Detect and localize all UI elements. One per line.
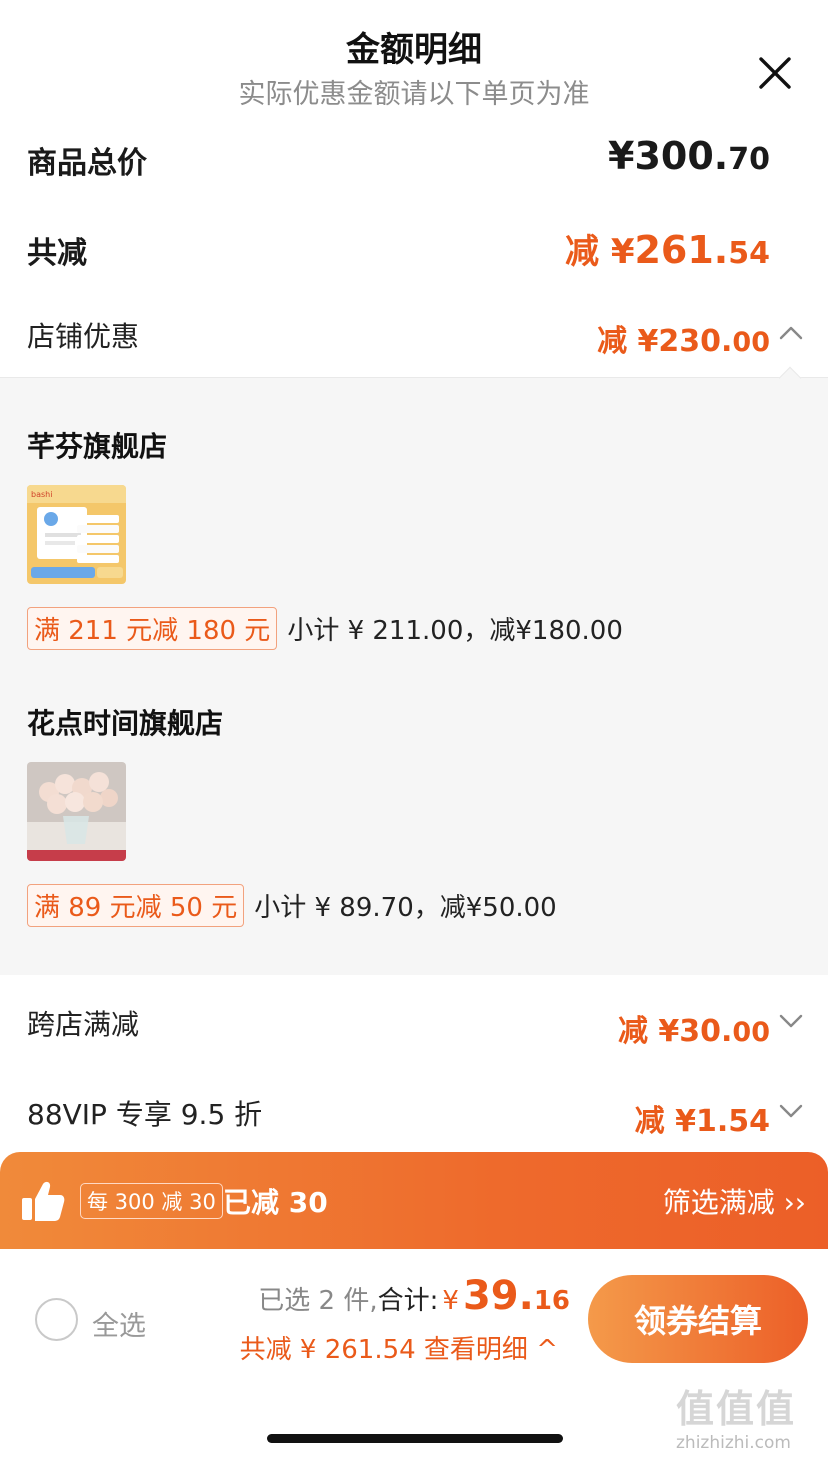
checkout-footer: 全选 已选 2 件, 合计: ¥ 39. 16 共减 ¥ 261.54 查看明细… xyxy=(0,1249,828,1462)
total-amount-int: 39. xyxy=(462,1273,534,1319)
promo-subtotal-text: 小计 ¥ 211.00，减¥180.00 xyxy=(287,616,623,646)
store-promo-line: 满 89 元减 50 元 小计 ¥ 89.70，减¥50.00 xyxy=(27,884,557,927)
goods-total-int: ¥300. xyxy=(608,134,729,178)
total-discount-label: 共减 xyxy=(27,236,87,271)
goods-total-label: 商品总价 xyxy=(27,146,147,181)
vip-discount-row[interactable]: 88VIP 专享 9.5 折 减 ¥1.54 xyxy=(0,1090,828,1140)
goods-total-row: 商品总价 ¥300.70 xyxy=(0,134,828,194)
close-icon xyxy=(759,57,791,89)
sheet-header: 金额明细 实际优惠金额请以下单页为准 xyxy=(0,0,828,110)
selected-count: 已选 2 件, xyxy=(258,1286,378,1316)
chevron-up-icon[interactable] xyxy=(778,320,804,346)
store-discount-int: 减 ¥230. xyxy=(597,324,733,359)
store-name: 花点时间旗舰店 xyxy=(27,707,224,740)
cross-store-int: 减 ¥30. xyxy=(617,1014,733,1049)
view-details-link[interactable]: 共减 ¥ 261.54 查看明细 ^ xyxy=(240,1329,558,1366)
total-discount-value: 减 ¥261.54 xyxy=(565,224,770,273)
promo-tag: 满 89 元减 50 元 xyxy=(27,884,245,927)
claim-coupon-checkout-button[interactable]: 领券结算 xyxy=(588,1275,808,1363)
promo-tag: 满 211 元减 180 元 xyxy=(27,607,278,650)
chevron-down-icon[interactable] xyxy=(778,1098,804,1124)
vip-value: 减 ¥1.54 xyxy=(634,1104,770,1139)
promo-subtotal-text: 小计 ¥ 89.70，减¥50.00 xyxy=(254,893,557,923)
sheet-subtitle: 实际优惠金额请以下单页为准 xyxy=(238,79,590,110)
store-discount-label: 店铺优惠 xyxy=(27,320,140,353)
store-promo-line: 满 211 元减 180 元 小计 ¥ 211.00，减¥180.00 xyxy=(27,607,623,650)
cross-store-discount-row[interactable]: 跨店满减 减 ¥30.00 xyxy=(0,1000,828,1050)
store-discount-panel: 芊芬旗舰店 bashi 满 211 元减 180 元 小计 ¥ 211.00，减… xyxy=(0,366,828,975)
thumbs-up-icon xyxy=(22,1181,65,1221)
select-all-label[interactable]: 全选 xyxy=(92,1304,146,1343)
store-discount-dec: 00 xyxy=(732,327,770,358)
select-all-radio[interactable] xyxy=(35,1298,78,1341)
store-discount-row[interactable]: 店铺优惠 减 ¥230.00 xyxy=(0,312,828,362)
cross-store-value: 减 ¥30.00 xyxy=(618,1006,770,1050)
product-thumbnail[interactable]: bashi xyxy=(27,485,126,584)
total-discount-dec: 54 xyxy=(728,236,770,271)
close-button[interactable] xyxy=(752,50,798,96)
cross-store-label: 跨店满减 xyxy=(27,1008,140,1041)
panel-notch xyxy=(778,366,802,390)
store-discount-value: 减 ¥230.00 xyxy=(597,316,770,360)
goods-total-value: ¥300.70 xyxy=(608,134,770,178)
selected-total: 已选 2 件, 合计: ¥ 39. 16 xyxy=(258,1273,570,1319)
product-thumbnail[interactable] xyxy=(27,762,126,861)
svg-text:bashi: bashi xyxy=(31,490,52,499)
rule-badge: 每 300 减 30 xyxy=(80,1183,223,1219)
full-reduction-promo-bar: 每 300 减 30 已减 30 筛选满减 ›› xyxy=(0,1152,828,1249)
total-discount-row: 共减 减 ¥261.54 xyxy=(0,224,828,284)
chevron-down-icon[interactable] xyxy=(778,1008,804,1034)
store-name: 芊芬旗舰店 xyxy=(27,430,168,463)
sheet-title: 金额明细 xyxy=(346,30,482,70)
cross-store-dec: 00 xyxy=(732,1017,770,1048)
rose-bouquet-product-image xyxy=(27,762,126,861)
goods-total-dec: 70 xyxy=(728,142,770,177)
total-amount-dec: 16 xyxy=(533,1286,570,1316)
total-label: 合计: xyxy=(377,1286,439,1316)
total-discount-int: 261. xyxy=(634,228,729,272)
currency-symbol: ¥ xyxy=(442,1286,459,1316)
total-discount-prefix: 减 ¥ xyxy=(564,232,635,272)
home-indicator xyxy=(267,1434,563,1443)
baby-wipes-product-image: bashi xyxy=(27,485,126,584)
filter-full-reduction-link[interactable]: 筛选满减 ›› xyxy=(663,1181,806,1221)
reduced-amount-text: 已减 30 xyxy=(223,1186,328,1219)
vip-label: 88VIP 专享 9.5 折 xyxy=(27,1098,263,1131)
